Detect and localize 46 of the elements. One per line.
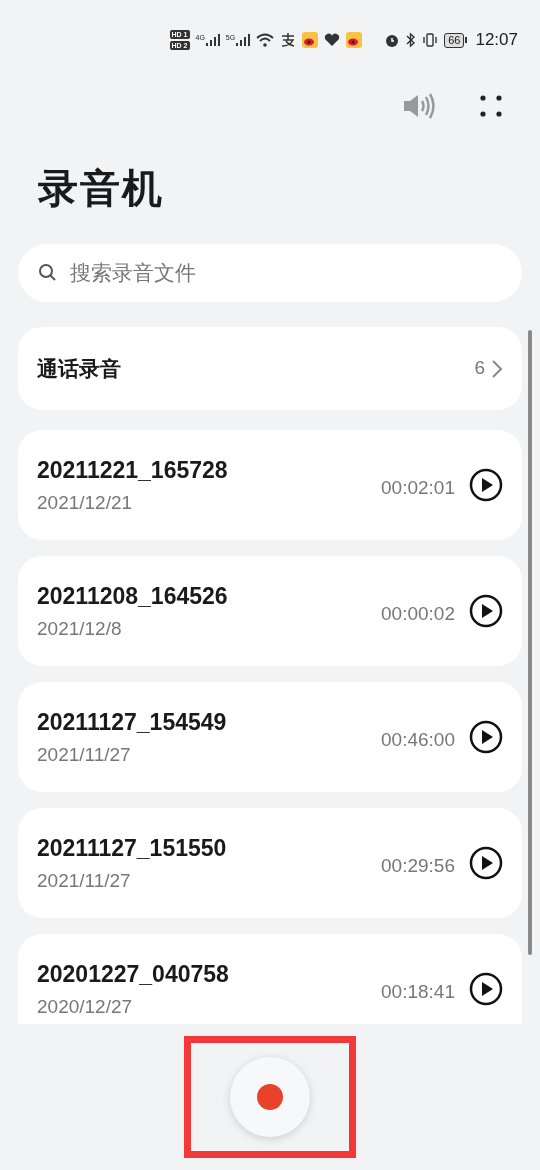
recording-duration: 00:00:02 — [381, 601, 455, 626]
recording-name: 20211127_154549 — [37, 707, 228, 737]
more-menu-icon[interactable] — [480, 95, 502, 117]
recording-name: 20201227_040758 — [37, 959, 230, 989]
recording-name: 20211221_165728 — [37, 455, 229, 485]
recording-date: 2021/12/21 — [37, 490, 134, 515]
call-recordings-item[interactable]: 通话录音 6 — [18, 327, 522, 410]
app-notification-icon — [302, 32, 319, 48]
play-button[interactable] — [469, 720, 503, 754]
recording-date: 2020/12/27 — [37, 994, 134, 1019]
recording-name: 20211127_151550 — [37, 833, 228, 863]
item-count: 6 — [474, 356, 485, 381]
record-button[interactable] — [230, 1057, 310, 1137]
recording-card[interactable]: 20201227_040758 2020/12/27 00:18:41 — [18, 934, 522, 1024]
heart-icon — [324, 33, 341, 47]
bluetooth-icon — [406, 32, 417, 48]
play-button[interactable] — [469, 846, 503, 880]
recording-date: 2021/11/27 — [37, 868, 132, 893]
search-icon — [38, 263, 58, 283]
recording-card[interactable]: 20211127_151550 2021/11/27 00:29:56 — [18, 808, 522, 918]
play-button[interactable] — [469, 468, 503, 502]
recording-date: 2021/11/27 — [37, 742, 132, 767]
recording-date: 2021/12/8 — [37, 616, 123, 641]
alarm-icon — [384, 32, 401, 48]
chevron-right-icon — [491, 358, 503, 379]
recording-card[interactable]: 20211127_154549 2021/11/27 00:46:00 — [18, 682, 522, 792]
clock-time: 12:07 — [475, 29, 518, 52]
play-button[interactable] — [469, 594, 503, 628]
signal-icon — [236, 34, 251, 46]
speaker-icon[interactable] — [402, 92, 438, 120]
page-title: 录音机 — [38, 168, 164, 208]
wifi-icon — [256, 33, 275, 47]
item-label: 通话录音 — [37, 355, 122, 382]
signal-icon — [205, 34, 220, 46]
recording-duration: 00:46:00 — [381, 727, 455, 752]
recording-name: 20211208_164526 — [37, 581, 229, 611]
battery-level: 66 — [444, 32, 465, 48]
search-field[interactable]: 搜索录音文件 — [18, 244, 522, 302]
recording-duration: 00:02:01 — [381, 475, 455, 500]
play-button[interactable] — [469, 972, 503, 1006]
vibrate-icon — [422, 32, 439, 48]
recording-card[interactable]: 20211221_165728 2021/12/21 00:02:01 — [18, 430, 522, 540]
recording-duration: 00:29:56 — [381, 853, 455, 878]
recording-duration: 00:18:41 — [381, 979, 455, 1004]
recording-card[interactable]: 20211208_164526 2021/12/8 00:00:02 — [18, 556, 522, 666]
app-notification-icon — [346, 32, 363, 48]
